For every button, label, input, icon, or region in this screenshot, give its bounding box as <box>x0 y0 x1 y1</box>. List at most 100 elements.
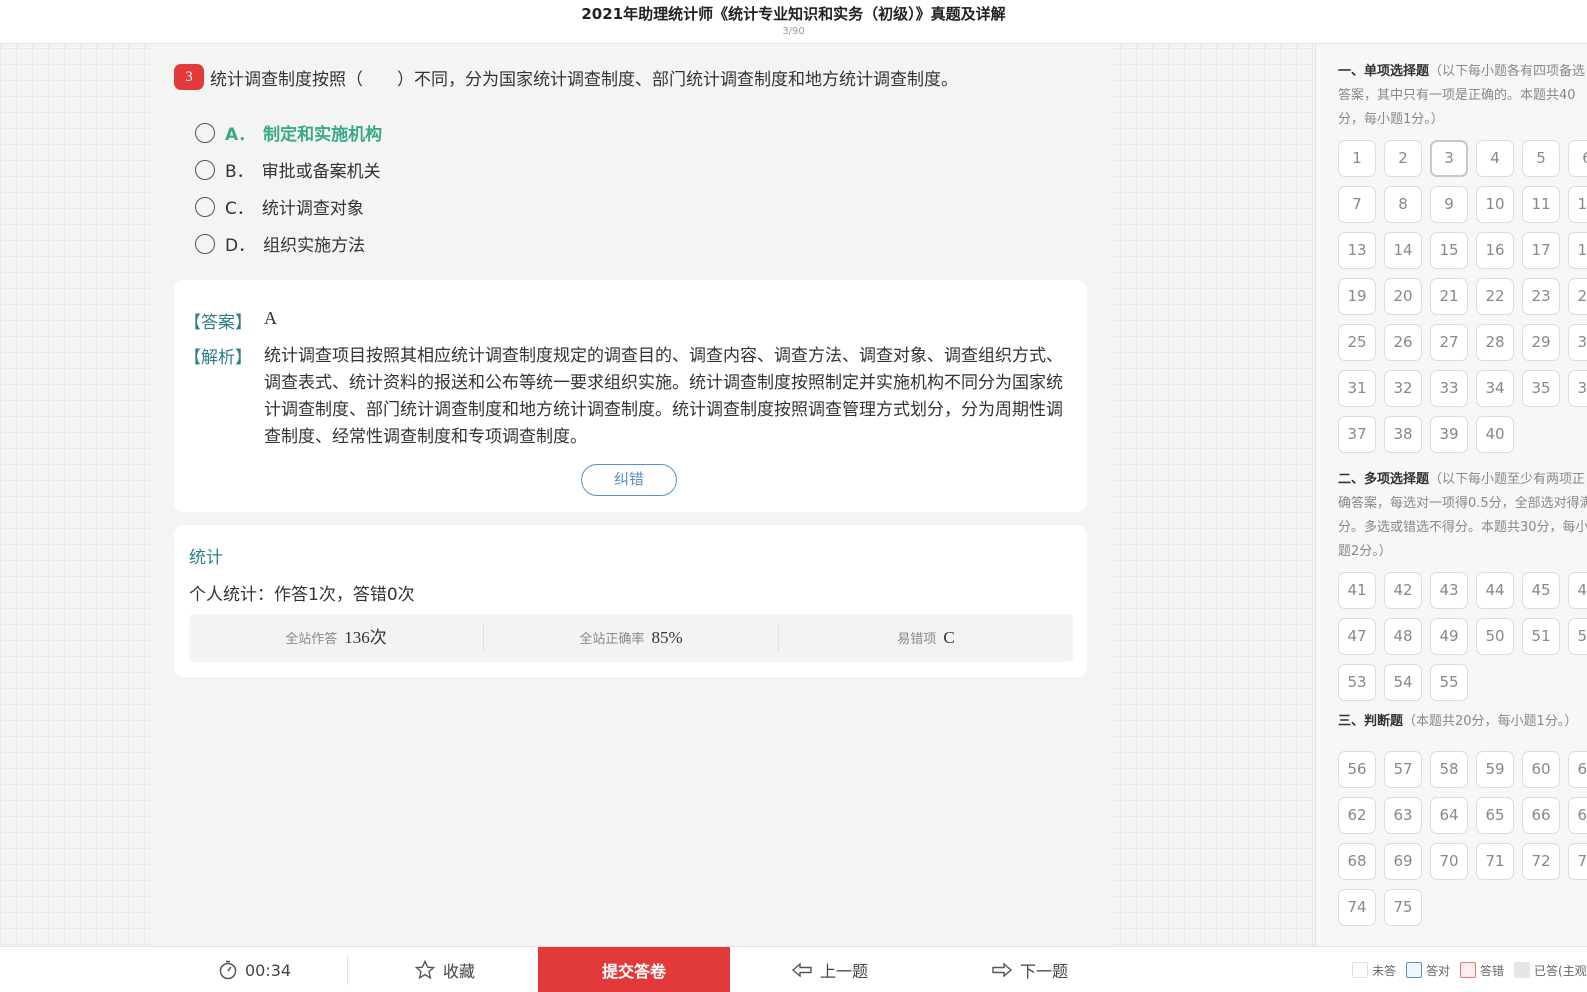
question-nav-58[interactable]: 58 <box>1430 751 1468 788</box>
question-nav-32[interactable]: 32 <box>1384 370 1422 407</box>
question-nav-8[interactable]: 8 <box>1384 186 1422 223</box>
question-nav-22[interactable]: 22 <box>1476 278 1514 315</box>
question-header: 3 统计调查制度按照（ ）不同，分为国家统计调查制度、部门统计调查制度和地方统计… <box>174 64 1094 90</box>
question-nav-44[interactable]: 44 <box>1476 572 1514 609</box>
question-nav-57[interactable]: 57 <box>1384 751 1422 788</box>
question-nav-69[interactable]: 69 <box>1384 843 1422 880</box>
question-nav-33[interactable]: 33 <box>1430 370 1468 407</box>
stats-card: 统计 个人统计：作答1次，答错0次 全站作答 136次 全站正确率 85% 易错… <box>174 525 1087 677</box>
question-nav-67[interactable]: 67 <box>1568 797 1587 834</box>
question-nav-51[interactable]: 51 <box>1522 618 1560 655</box>
question-nav-59[interactable]: 59 <box>1476 751 1514 788</box>
question-nav-64[interactable]: 64 <box>1430 797 1468 834</box>
question-nav-52[interactable]: 52 <box>1568 618 1587 655</box>
question-nav-36[interactable]: 36 <box>1568 370 1587 407</box>
question-nav-75[interactable]: 75 <box>1384 889 1422 926</box>
question-nav-9[interactable]: 9 <box>1430 186 1468 223</box>
question-nav-25[interactable]: 25 <box>1338 324 1376 361</box>
question-nav-3[interactable]: 3 <box>1430 140 1468 177</box>
question-nav-61[interactable]: 61 <box>1568 751 1587 788</box>
question-nav-13[interactable]: 13 <box>1338 232 1376 269</box>
question-nav-56[interactable]: 56 <box>1338 751 1376 788</box>
question-nav-60[interactable]: 60 <box>1522 751 1560 788</box>
prev-question-button[interactable]: 上一题 <box>735 947 925 992</box>
question-nav-42[interactable]: 42 <box>1384 572 1422 609</box>
question-nav-15[interactable]: 15 <box>1430 232 1468 269</box>
question-nav-38[interactable]: 38 <box>1384 416 1422 453</box>
question-nav-43[interactable]: 43 <box>1430 572 1468 609</box>
question-nav-47[interactable]: 47 <box>1338 618 1376 655</box>
question-nav-12[interactable]: 12 <box>1568 186 1587 223</box>
question-grid-judgment: 565758596061 626364656667 686970717273 7475 <box>1338 751 1587 935</box>
question-nav-31[interactable]: 31 <box>1338 370 1376 407</box>
question-nav-45[interactable]: 45 <box>1522 572 1560 609</box>
question-nav-39[interactable]: 39 <box>1430 416 1468 453</box>
question-nav-40[interactable]: 40 <box>1476 416 1514 453</box>
radio-icon[interactable] <box>195 159 215 180</box>
answer-card: 【答案】 A 【解析】 统计调查项目按照其相应统计调查制度规定的调查目的、调查内… <box>174 280 1087 512</box>
question-nav-68[interactable]: 68 <box>1338 843 1376 880</box>
question-nav-17[interactable]: 17 <box>1522 232 1560 269</box>
question-nav-4[interactable]: 4 <box>1476 140 1514 177</box>
question-nav-11[interactable]: 11 <box>1522 186 1560 223</box>
question-nav-50[interactable]: 50 <box>1476 618 1514 655</box>
prev-label: 上一题 <box>819 962 868 981</box>
question-nav-20[interactable]: 20 <box>1384 278 1422 315</box>
question-nav-71[interactable]: 71 <box>1476 843 1514 880</box>
question-nav-2[interactable]: 2 <box>1384 140 1422 177</box>
question-nav-5[interactable]: 5 <box>1522 140 1560 177</box>
report-error-button[interactable]: 纠错 <box>581 464 677 496</box>
question-nav-37[interactable]: 37 <box>1338 416 1376 453</box>
question-nav-28[interactable]: 28 <box>1476 324 1514 361</box>
question-nav-62[interactable]: 62 <box>1338 797 1376 834</box>
next-question-button[interactable]: 下一题 <box>930 947 1130 992</box>
radio-icon[interactable] <box>195 233 215 254</box>
question-nav-72[interactable]: 72 <box>1522 843 1560 880</box>
question-nav-14[interactable]: 14 <box>1384 232 1422 269</box>
question-nav-34[interactable]: 34 <box>1476 370 1514 407</box>
question-nav-66[interactable]: 66 <box>1522 797 1560 834</box>
question-nav-23[interactable]: 23 <box>1522 278 1560 315</box>
site-accuracy-value: 85% <box>651 628 683 647</box>
question-nav-1[interactable]: 1 <box>1338 140 1376 177</box>
question-nav-65[interactable]: 65 <box>1476 797 1514 834</box>
question-nav-29[interactable]: 29 <box>1522 324 1560 361</box>
favorite-button[interactable]: 收藏 <box>355 947 535 992</box>
answer-sheet-sidebar: 一、单项选择题（以下每小题各有四项备选答案，其中只有一项是正确的。本题共40分，… <box>1315 44 1587 946</box>
option-c[interactable]: C． 统计调查对象 <box>195 188 382 225</box>
question-nav-26[interactable]: 26 <box>1384 324 1422 361</box>
question-nav-53[interactable]: 53 <box>1338 664 1376 701</box>
question-panel: 3 统计调查制度按照（ ）不同，分为国家统计调查制度、部门统计调查制度和地方统计… <box>153 44 1115 946</box>
question-nav-49[interactable]: 49 <box>1430 618 1468 655</box>
arrow-right-icon <box>992 962 1012 978</box>
submit-button[interactable]: 提交答卷 <box>538 947 730 992</box>
question-nav-6[interactable]: 6 <box>1568 140 1587 177</box>
question-nav-18[interactable]: 18 <box>1568 232 1587 269</box>
question-nav-27[interactable]: 27 <box>1430 324 1468 361</box>
question-nav-21[interactable]: 21 <box>1430 278 1468 315</box>
question-nav-63[interactable]: 63 <box>1384 797 1422 834</box>
question-nav-54[interactable]: 54 <box>1384 664 1422 701</box>
question-nav-24[interactable]: 24 <box>1568 278 1587 315</box>
option-a[interactable]: A． 制定和实施机构 <box>195 114 382 151</box>
question-nav-46[interactable]: 46 <box>1568 572 1587 609</box>
radio-icon[interactable] <box>195 196 215 217</box>
question-nav-48[interactable]: 48 <box>1384 618 1422 655</box>
question-nav-16[interactable]: 16 <box>1476 232 1514 269</box>
question-nav-35[interactable]: 35 <box>1522 370 1560 407</box>
radio-icon[interactable] <box>195 122 215 143</box>
personal-stats: 个人统计：作答1次，答错0次 <box>189 585 415 605</box>
question-nav-73[interactable]: 73 <box>1568 843 1587 880</box>
question-nav-7[interactable]: 7 <box>1338 186 1376 223</box>
option-b[interactable]: B． 审批或备案机关 <box>195 151 382 188</box>
question-nav-30[interactable]: 30 <box>1568 324 1587 361</box>
question-nav-70[interactable]: 70 <box>1430 843 1468 880</box>
question-nav-55[interactable]: 55 <box>1430 664 1468 701</box>
question-nav-10[interactable]: 10 <box>1476 186 1514 223</box>
question-nav-41[interactable]: 41 <box>1338 572 1376 609</box>
option-letter: C． <box>225 199 254 219</box>
section-judgment-title: 三、判断题（本题共20分，每小题1分。） <box>1338 710 1587 734</box>
option-d[interactable]: D． 组织实施方法 <box>195 225 382 262</box>
question-nav-74[interactable]: 74 <box>1338 889 1376 926</box>
question-nav-19[interactable]: 19 <box>1338 278 1376 315</box>
